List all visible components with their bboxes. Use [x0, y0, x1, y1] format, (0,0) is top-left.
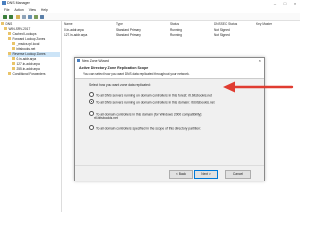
dns-icon [1, 22, 4, 26]
menu-action[interactable]: Action [14, 8, 23, 12]
server-icon [4, 27, 7, 31]
dns-app-icon [1, 1, 6, 6]
column-header-status[interactable]: Status [170, 21, 179, 27]
option-forest[interactable]: To all DNS servers running on domain con… [89, 92, 212, 97]
folder-icon [8, 72, 11, 76]
dialog-heading: Active Directory Zone Replication Scope [79, 66, 149, 70]
console-tree: DNS WIN-SRV-2017 Cached Lookups Forward … [0, 21, 62, 212]
refresh-icon[interactable] [28, 14, 32, 19]
option-domain[interactable]: To all DNS servers running on domain con… [89, 99, 215, 104]
annotation-arrow-icon [223, 81, 294, 93]
radio-forest[interactable] [89, 92, 94, 97]
column-header-dnssec[interactable]: DNSSEC Status [214, 21, 237, 27]
menu-file[interactable]: File [4, 8, 9, 12]
cell-status: Running [170, 33, 182, 37]
option-partition[interactable]: To all domain controllers specified in t… [89, 125, 201, 130]
maximize-button[interactable]: □ [280, 0, 290, 7]
dialog-button-bar: < Back Next > Cancel [75, 165, 264, 181]
forward-icon[interactable] [9, 14, 13, 19]
folder-icon [8, 52, 11, 56]
minimize-button[interactable]: – [270, 0, 280, 7]
cancel-button[interactable]: Cancel [225, 170, 251, 179]
column-header-name[interactable]: Name [64, 21, 73, 27]
export-icon[interactable] [34, 14, 38, 19]
option-win2000-domain: rtl.bitsbookis.net [94, 116, 118, 120]
tree-item-conditional-forwarders[interactable]: Conditional Forwarders [8, 72, 45, 77]
folder-icon [8, 32, 11, 36]
menu-help[interactable]: Help [41, 8, 48, 12]
folder-icon[interactable] [16, 14, 20, 19]
help-icon[interactable] [40, 14, 44, 19]
zone-icon [12, 62, 15, 66]
properties-icon[interactable] [22, 14, 26, 19]
radio-domain[interactable] [89, 99, 94, 104]
toolbar [0, 13, 300, 21]
next-button[interactable]: Next > [194, 170, 218, 179]
cell-dnssec: Not Signed [214, 33, 230, 37]
replication-prompt: Select how you want zone data replicated… [89, 83, 151, 87]
back-button[interactable]: < Back [169, 170, 193, 179]
zone-icon [12, 67, 15, 71]
column-header-type[interactable]: Type [116, 21, 123, 27]
wizard-icon [77, 59, 80, 63]
menu-view[interactable]: View [29, 8, 36, 12]
zone-icon [12, 57, 15, 61]
folder-icon [8, 37, 11, 41]
dialog-subheading: You can select how you want DNS data rep… [83, 71, 190, 76]
cell-type: Standard Primary [116, 33, 141, 37]
new-zone-wizard-dialog: New Zone Wizard × Active Directory Zone … [74, 57, 265, 181]
window-title: DNS Manager [7, 1, 30, 5]
zone-icon [12, 42, 15, 46]
cell-name: 127.in-addr.arpa [64, 33, 88, 37]
zone-icon [12, 47, 15, 51]
column-header-key-master[interactable]: Key Master [256, 21, 272, 27]
radio-partition[interactable] [89, 125, 94, 130]
close-window-button[interactable]: × [290, 0, 300, 7]
dialog-banner: Active Directory Zone Replication Scope … [75, 64, 264, 79]
back-icon[interactable] [3, 14, 7, 19]
